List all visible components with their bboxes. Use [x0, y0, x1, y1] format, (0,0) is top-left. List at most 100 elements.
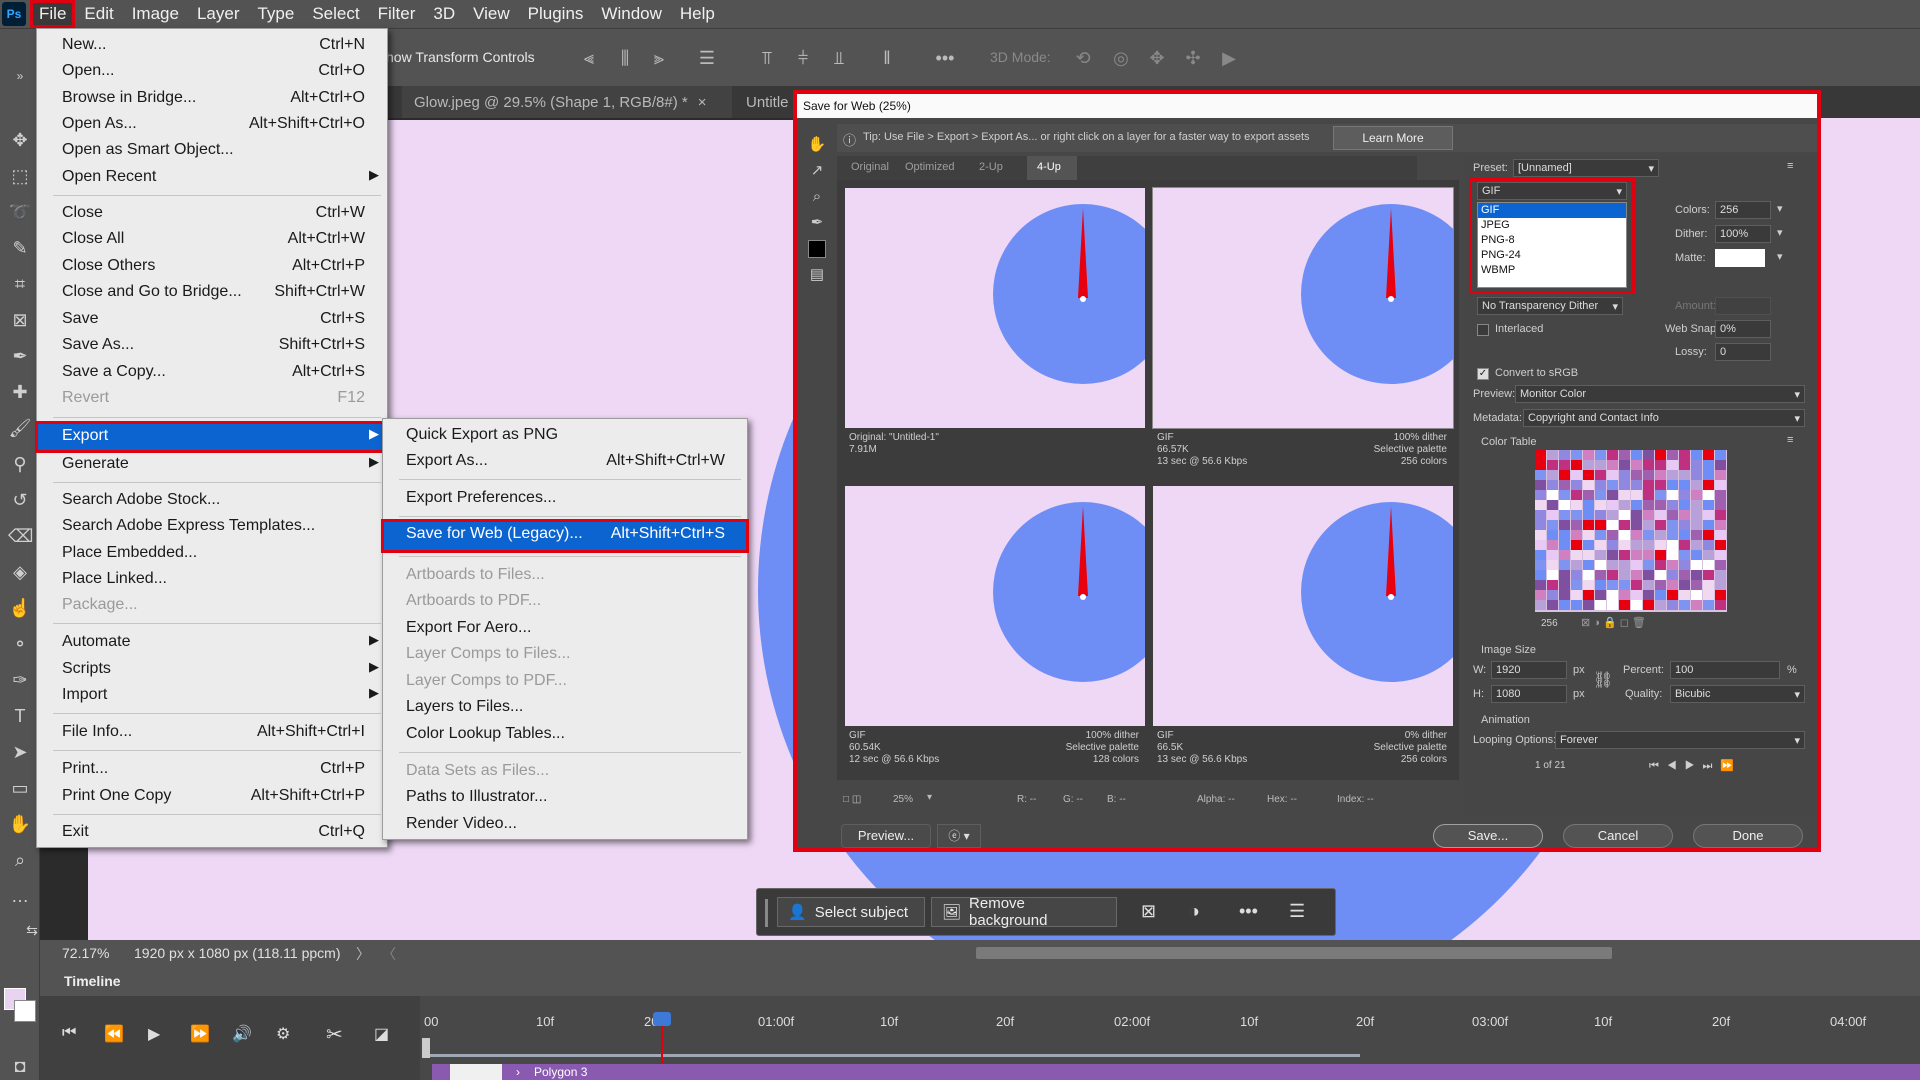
- color-swatch[interactable]: [1679, 570, 1690, 580]
- color-swatch[interactable]: [1559, 490, 1570, 500]
- color-swatch[interactable]: [1667, 450, 1678, 460]
- color-swatch[interactable]: [1691, 510, 1702, 520]
- menu-item-open-smart-object[interactable]: Open as Smart Object...: [37, 137, 387, 163]
- color-swatch[interactable]: [1679, 510, 1690, 520]
- align-top-icon[interactable]: ⫪: [756, 47, 778, 69]
- color-swatch[interactable]: [1595, 570, 1606, 580]
- more-options-icon[interactable]: •••: [1239, 901, 1258, 922]
- percent-field[interactable]: 100: [1670, 661, 1780, 679]
- color-swatch[interactable]: [1535, 540, 1546, 550]
- color-swatch[interactable]: [1559, 530, 1570, 540]
- color-swatch[interactable]: [1571, 470, 1582, 480]
- color-swatch[interactable]: [1643, 590, 1654, 600]
- menu-item-save-as[interactable]: Save As... Shift+Ctrl+S: [37, 332, 387, 358]
- color-swatch[interactable]: [1679, 530, 1690, 540]
- preview-original[interactable]: [845, 188, 1145, 428]
- color-swatch[interactable]: [1667, 590, 1678, 600]
- toggle-slices-icon[interactable]: ▤: [807, 262, 827, 288]
- color-swatch[interactable]: [1691, 570, 1702, 580]
- color-swatch[interactable]: [1667, 480, 1678, 490]
- zoom-tool-icon[interactable]: ⌕: [8, 848, 32, 872]
- link-icon[interactable]: ⛓: [1593, 670, 1613, 690]
- color-swatch[interactable]: [1643, 450, 1654, 460]
- color-swatch[interactable]: [1691, 480, 1702, 490]
- menu-item-save[interactable]: Save Ctrl+S: [37, 306, 387, 332]
- settings-menu-icon[interactable]: ≡: [1787, 160, 1793, 172]
- color-swatch[interactable]: [1679, 520, 1690, 530]
- slice-select-tool-icon[interactable]: ↗: [807, 158, 827, 184]
- color-swatch[interactable]: [1535, 500, 1546, 510]
- zoom-level[interactable]: 25%: [893, 794, 913, 805]
- color-swatch[interactable]: [1547, 470, 1558, 480]
- color-swatch[interactable]: [1547, 570, 1558, 580]
- color-swatch[interactable]: [1715, 520, 1726, 530]
- color-swatch[interactable]: [1583, 500, 1594, 510]
- menu-item-search-adobe-stock[interactable]: Search Adobe Stock...: [37, 487, 387, 513]
- color-swatch[interactable]: [1655, 460, 1666, 470]
- color-swatch[interactable]: [1559, 570, 1570, 580]
- color-swatch[interactable]: [1655, 570, 1666, 580]
- color-swatch[interactable]: [1583, 490, 1594, 500]
- transparency-dither-select[interactable]: No Transparency Dither ▾: [1477, 297, 1623, 315]
- color-swatch[interactable]: [1631, 590, 1642, 600]
- preview-button[interactable]: Preview...: [841, 824, 931, 848]
- color-swatch[interactable]: [1703, 560, 1714, 570]
- menu-item-scripts[interactable]: Scripts ▶: [37, 656, 387, 682]
- color-swatch[interactable]: [1619, 600, 1630, 610]
- menu-layer[interactable]: Layer: [188, 0, 249, 28]
- color-swatch[interactable]: [1607, 570, 1618, 580]
- menu-item-export[interactable]: Export ▶: [35, 421, 389, 453]
- color-swatch[interactable]: [1655, 590, 1666, 600]
- color-swatch[interactable]: [1571, 450, 1582, 460]
- menu-view[interactable]: View: [464, 0, 519, 28]
- format-option-jpeg[interactable]: JPEG: [1478, 218, 1626, 233]
- chevron-right-icon[interactable]: 〉: [356, 944, 370, 964]
- color-swatch[interactable]: [1655, 580, 1666, 590]
- color-swatch[interactable]: [1559, 480, 1570, 490]
- color-swatch[interactable]: [1607, 460, 1618, 470]
- smudge-tool-icon[interactable]: ☝: [8, 596, 32, 620]
- color-swatch[interactable]: [1583, 470, 1594, 480]
- color-swatch[interactable]: [1619, 490, 1630, 500]
- color-swatch[interactable]: [1559, 450, 1570, 460]
- color-swatch[interactable]: [1535, 490, 1546, 500]
- frame-tool-icon[interactable]: ⊠: [8, 308, 32, 332]
- color-swatch[interactable]: [1559, 510, 1570, 520]
- color-swatch[interactable]: [1607, 500, 1618, 510]
- color-swatch[interactable]: [1547, 490, 1558, 500]
- color-swatch[interactable]: [1571, 520, 1582, 530]
- transition-icon[interactable]: ◪: [374, 1024, 389, 1044]
- menu-window[interactable]: Window: [592, 0, 670, 28]
- color-swatch[interactable]: [1703, 570, 1714, 580]
- healing-brush-tool-icon[interactable]: ✚: [8, 380, 32, 404]
- color-swatch[interactable]: [1571, 570, 1582, 580]
- preview-gif-256[interactable]: [1152, 187, 1454, 429]
- color-swatch[interactable]: [1619, 570, 1630, 580]
- color-swatch[interactable]: [1667, 560, 1678, 570]
- path-select-tool-icon[interactable]: ➤: [8, 740, 32, 764]
- color-swatch[interactable]: [1583, 530, 1594, 540]
- color-swatch[interactable]: [1535, 560, 1546, 570]
- color-swatch[interactable]: [1679, 540, 1690, 550]
- preview-select[interactable]: Monitor Color ▾: [1515, 385, 1805, 403]
- color-swatch[interactable]: [1679, 580, 1690, 590]
- format-select[interactable]: GIF ▾: [1477, 182, 1627, 200]
- menu-item-export-for-aero[interactable]: Export For Aero...: [383, 615, 747, 641]
- chevron-down-icon[interactable]: ▾: [1777, 202, 1783, 215]
- color-swatch[interactable]: [1535, 530, 1546, 540]
- color-swatch[interactable]: [1667, 600, 1678, 610]
- save-button[interactable]: Save...: [1433, 824, 1543, 848]
- color-swatch[interactable]: [1655, 520, 1666, 530]
- color-swatch[interactable]: [1583, 580, 1594, 590]
- color-swatch[interactable]: [1715, 460, 1726, 470]
- close-icon[interactable]: ×: [698, 94, 707, 111]
- color-swatch[interactable]: [1691, 580, 1702, 590]
- color-swatch[interactable]: [1583, 510, 1594, 520]
- settings-gear-icon[interactable]: ⚙: [276, 1024, 290, 1044]
- color-swatch[interactable]: [1559, 470, 1570, 480]
- color-swatch[interactable]: [1643, 600, 1654, 610]
- menu-item-open-recent[interactable]: Open Recent ▶: [37, 164, 387, 190]
- menu-item-close[interactable]: Close Ctrl+W: [37, 200, 387, 226]
- color-swatch[interactable]: [1595, 520, 1606, 530]
- color-swatch[interactable]: [1643, 550, 1654, 560]
